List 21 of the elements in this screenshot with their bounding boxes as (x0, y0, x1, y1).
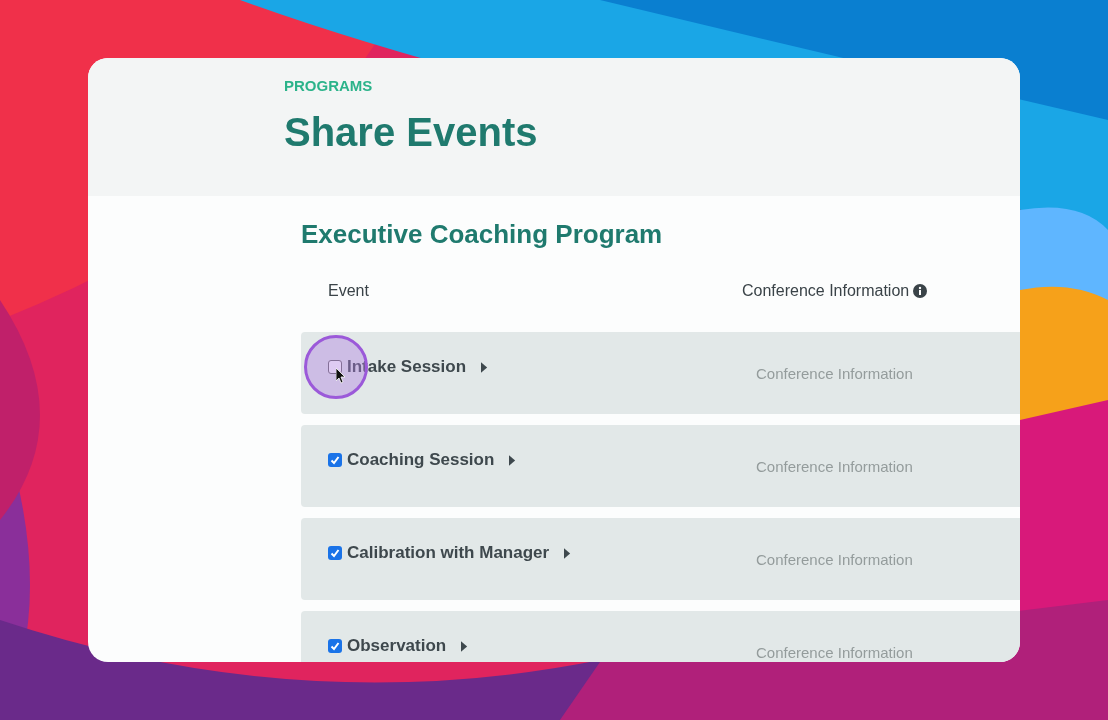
column-header: Event (328, 281, 369, 301)
caret-icon[interactable] (481, 361, 489, 373)
column-header: Conference Information (742, 281, 910, 301)
checkbox[interactable] (328, 546, 342, 560)
event-name: Observation (347, 636, 447, 656)
event-name: Coaching Session (347, 450, 495, 470)
caret-icon[interactable] (509, 454, 517, 466)
conference-info: Conference Information (756, 550, 913, 570)
info-icon (913, 284, 928, 298)
conference-info: Conference Information (756, 364, 913, 384)
program-title: Executive Coaching Program (301, 218, 664, 250)
checkbox[interactable] (328, 639, 342, 653)
caret-icon[interactable] (564, 547, 572, 559)
section-label: PROGRAMS (284, 77, 374, 95)
conference-info: Conference Information (756, 643, 913, 662)
checkbox[interactable] (328, 453, 342, 467)
page-title: Share Events (284, 109, 539, 155)
caret-icon[interactable] (461, 640, 469, 652)
conference-info: Conference Information (756, 457, 913, 477)
cursor-icon (336, 368, 346, 384)
event-name: Calibration with Manager (347, 543, 550, 563)
